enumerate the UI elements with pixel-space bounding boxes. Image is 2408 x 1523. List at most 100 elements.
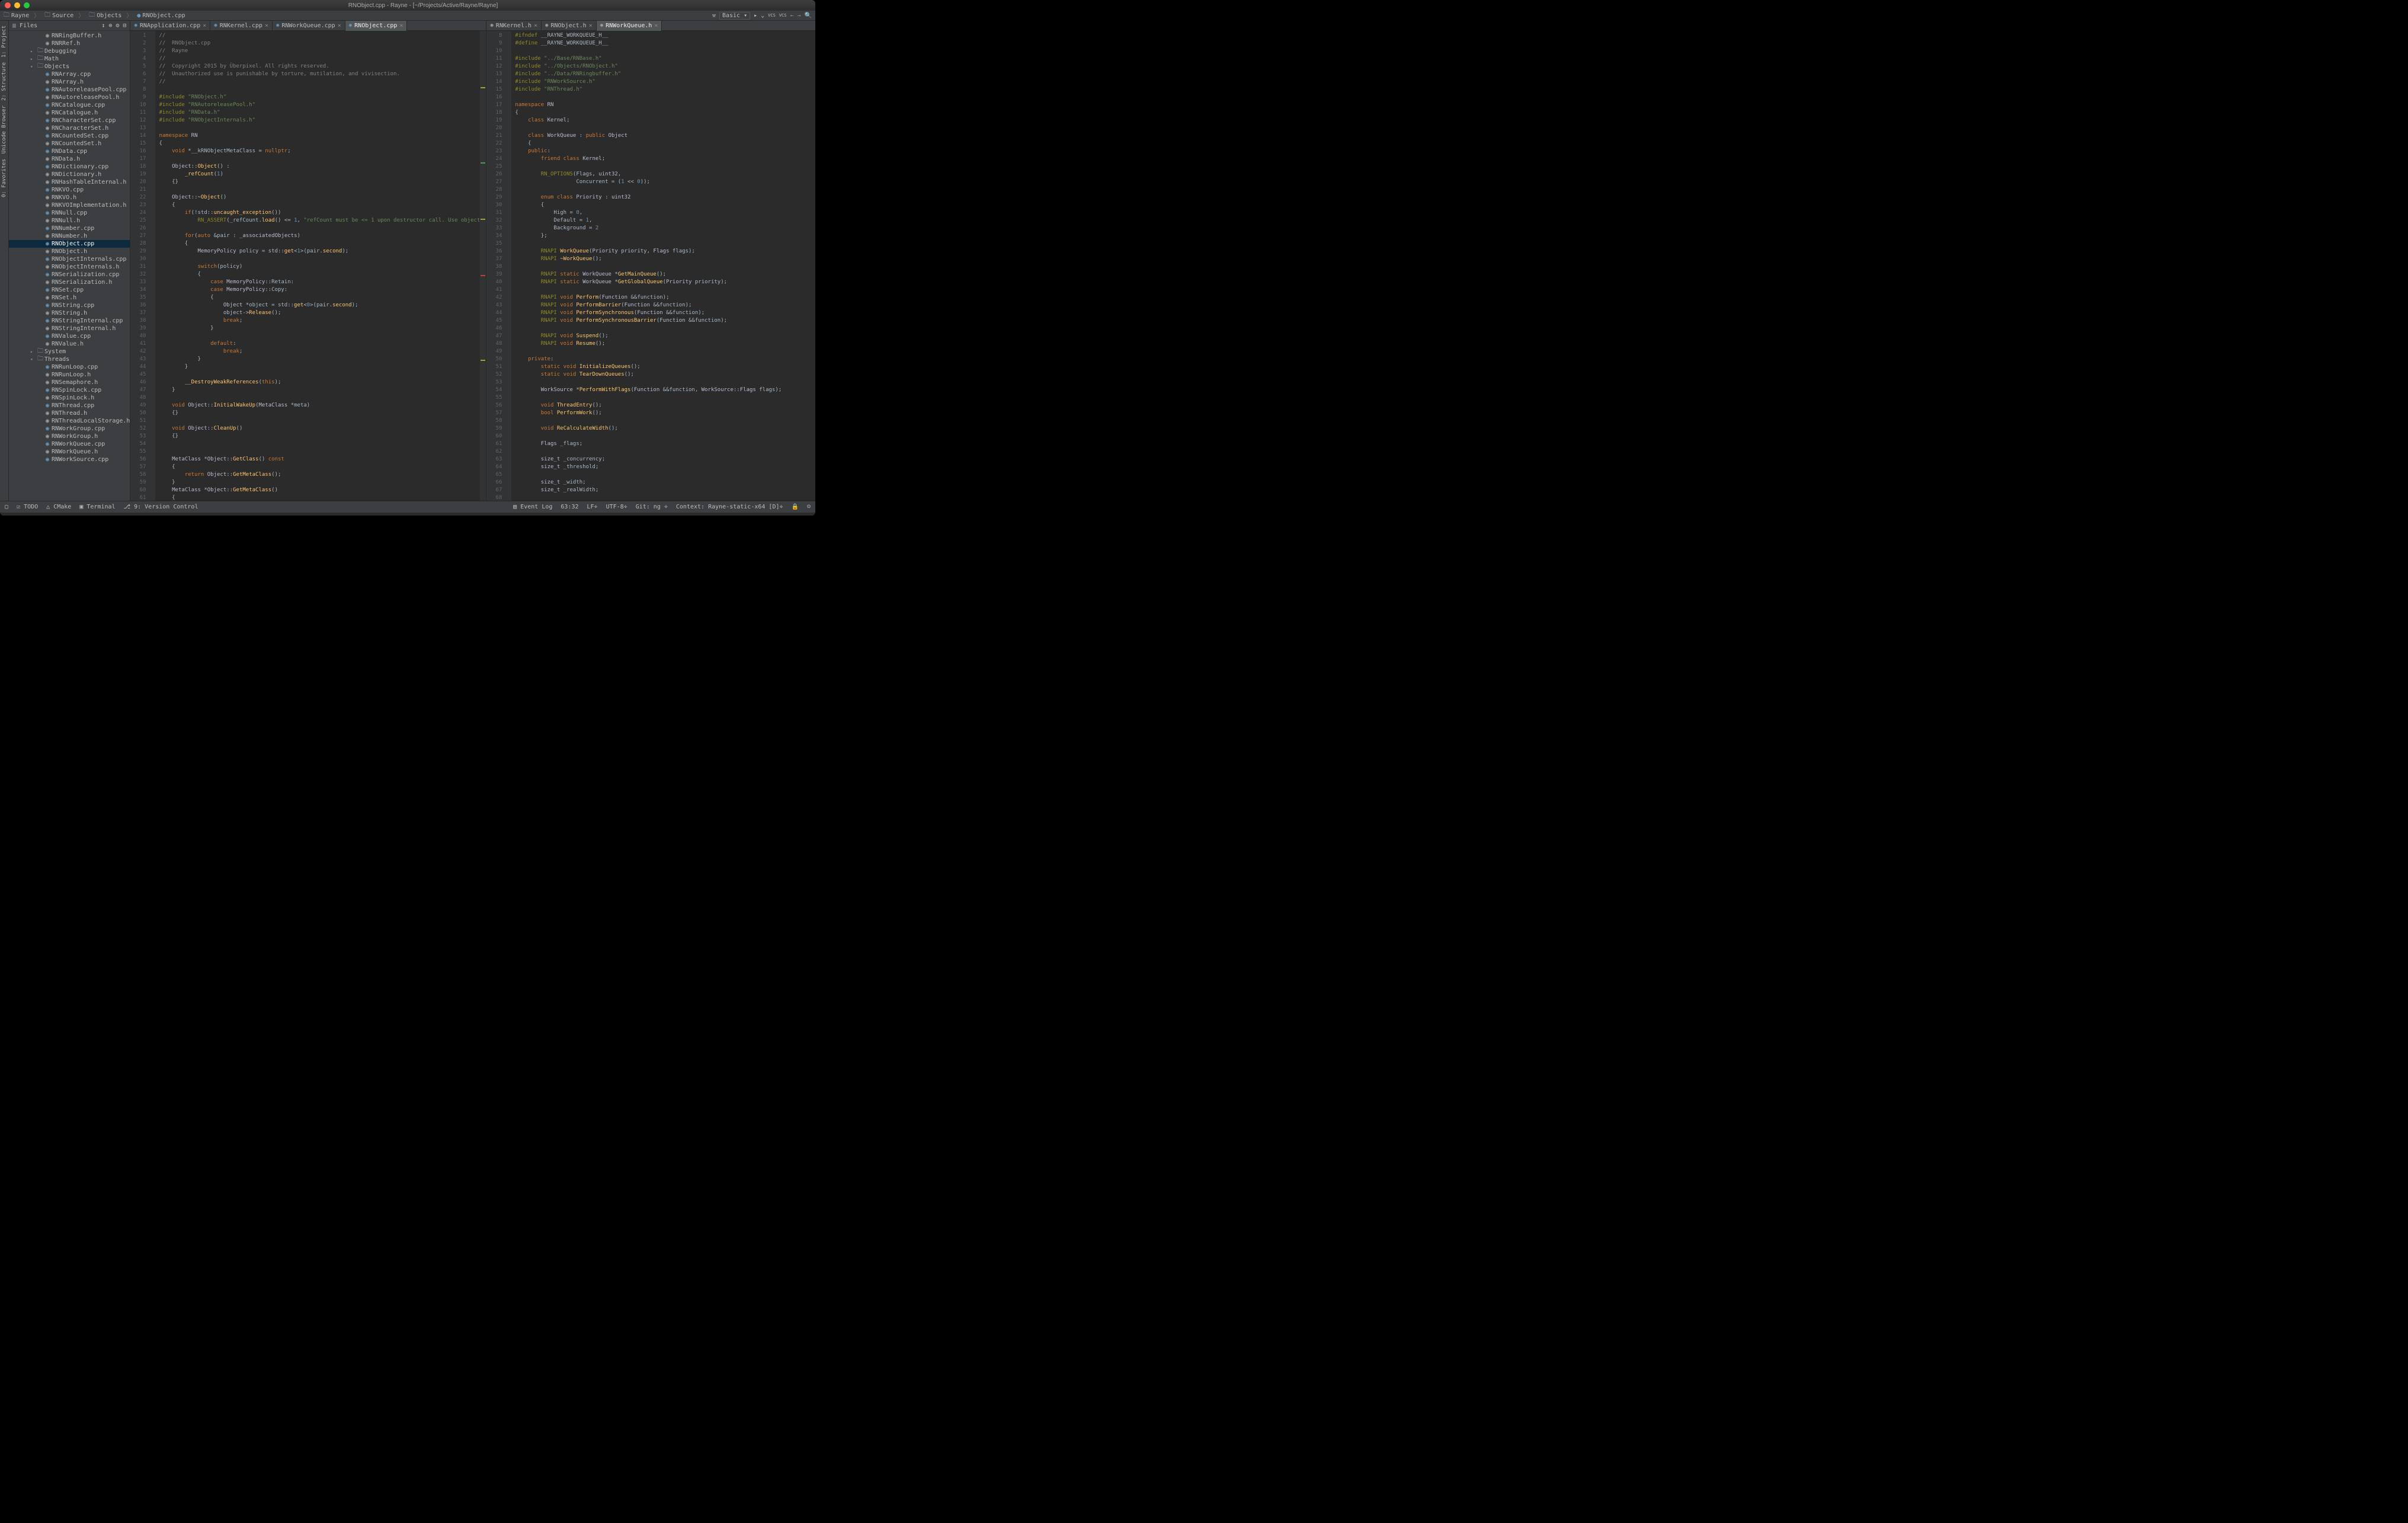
build-button[interactable]: ⚒ (712, 12, 716, 19)
left-editor[interactable]: 1 2 3 4 5 6 7 8 9 10 11 12 13 14 15 16 1… (130, 31, 486, 501)
tree-file[interactable]: ◉RNThread.h (9, 409, 130, 417)
tree-file[interactable]: ◉RNStringInternal.h (9, 325, 130, 332)
version-control-tool[interactable]: ⎇ 9: Version Control (124, 504, 198, 510)
event-log-button[interactable]: ▤ Event Log (513, 504, 552, 510)
vcs-commit-button[interactable]: VCS (779, 13, 787, 18)
tree-file[interactable]: ◉RNWorkSource.cpp (9, 456, 130, 463)
tree-file[interactable]: ◉RNWorkQueue.cpp (9, 440, 130, 448)
gear-icon[interactable]: ⚙ (116, 23, 119, 29)
search-button[interactable]: 🔍 (805, 12, 812, 19)
tree-folder[interactable]: ▸🗀Math (9, 55, 130, 63)
tab-rnkernel-cpp[interactable]: ◉RNKernel.cpp× (210, 21, 273, 31)
tree-file[interactable]: ◉RNObject.h (9, 248, 130, 255)
git-branch[interactable]: Git: ng ÷ (636, 504, 668, 510)
tab-rnobject-cpp[interactable]: ◉RNObject.cpp× (345, 21, 408, 31)
tree-file[interactable]: ◉RNNull.cpp (9, 209, 130, 217)
back-button[interactable]: ← (790, 12, 793, 19)
tab-rnkernel-h[interactable]: ◉RNKernel.h× (486, 21, 542, 31)
tree-file[interactable]: ◉RNAutoreleasePool.cpp (9, 86, 130, 94)
tree-file[interactable]: ◉RNRunLoop.cpp (9, 363, 130, 371)
cmake-tool[interactable]: △ CMake (46, 504, 71, 510)
tree-file[interactable]: ◉RNNumber.h (9, 232, 130, 240)
tree-folder[interactable]: ▾🗀Objects (9, 63, 130, 71)
tab-rnworkqueue-h[interactable]: ◉RNWorkQueue.h× (597, 21, 662, 31)
tree-file[interactable]: ◉RNString.cpp (9, 302, 130, 309)
tree-file[interactable]: ◉RNString.h (9, 309, 130, 317)
terminal-tool[interactable]: ▣ Terminal (79, 504, 115, 510)
tree-file[interactable]: ◉RNStringInternal.cpp (9, 317, 130, 325)
tree-file[interactable]: ◉RNData.h (9, 155, 130, 163)
tree-file[interactable]: ◉RNHashTableInternal.h (9, 178, 130, 186)
code-content[interactable]: // // RNObject.cpp // Rayne // // Copyri… (155, 31, 480, 501)
hide-panel-button[interactable]: ⊟ (123, 23, 126, 29)
close-tab-icon[interactable]: × (654, 23, 658, 29)
run-button[interactable]: ▸ (754, 12, 757, 19)
tree-file[interactable]: ◉RNThread.cpp (9, 402, 130, 409)
code-content[interactable]: #ifndef __RAYNE_WORKQUEUE_H__ #define __… (511, 31, 815, 501)
tree-folder[interactable]: ▸🗀System (9, 348, 130, 356)
error-stripe[interactable] (480, 31, 486, 501)
tree-file[interactable]: ◉RNArray.cpp (9, 71, 130, 78)
tool-unicode[interactable]: Unicode Browser (0, 103, 8, 156)
tree-file[interactable]: ◉RNCatalogue.cpp (9, 101, 130, 109)
run-config-selector[interactable]: Basic ▾ (719, 12, 750, 20)
breadcrumb-source[interactable]: 🗀 Source (44, 11, 73, 21)
forward-button[interactable]: → (798, 12, 801, 19)
minimize-icon[interactable] (14, 2, 20, 8)
lock-icon[interactable]: 🔒 (792, 504, 799, 510)
tree-file[interactable]: ◉RNSet.h (9, 294, 130, 302)
line-separator[interactable]: LF÷ (587, 504, 598, 510)
tree-file[interactable]: ◉RNSerialization.h (9, 279, 130, 286)
tree-file[interactable]: ◉RNNumber.cpp (9, 225, 130, 232)
encoding[interactable]: UTF-8÷ (606, 504, 627, 510)
tree-file[interactable]: ◉RNCountedSet.h (9, 140, 130, 148)
tree-file[interactable]: ◉RNCharacterSet.h (9, 124, 130, 132)
todo-tool[interactable]: ☑ TODO (17, 504, 38, 510)
tree-file[interactable]: ◉RNNull.h (9, 217, 130, 225)
tree-file[interactable]: ◉RNKVOImplementation.h (9, 201, 130, 209)
close-tab-icon[interactable]: × (203, 23, 206, 29)
tree-file[interactable]: ◉RNCountedSet.cpp (9, 132, 130, 140)
scroll-to-source-button[interactable]: ⊚ (108, 23, 112, 29)
tree-file[interactable]: ◉RNObjectInternals.cpp (9, 255, 130, 263)
tree-file[interactable]: ◉RNSpinLock.h (9, 394, 130, 402)
debug-button[interactable]: ⌄ (761, 12, 764, 19)
breadcrumb-rnobject.cpp[interactable]: ● RNObject.cpp (137, 11, 185, 21)
close-icon[interactable] (5, 2, 11, 8)
tree-file[interactable]: ◉RNRingBuffer.h (9, 32, 130, 40)
tree-file[interactable]: ◉RNThreadLocalStorage.h (9, 417, 130, 425)
right-editor[interactable]: 8 9 10 11 12 13 14 15 16 17 18 19 20 21 … (486, 31, 815, 501)
hide-tools-button[interactable]: ▢ (5, 504, 8, 510)
tree-file[interactable]: ◉RNKVO.h (9, 194, 130, 201)
close-tab-icon[interactable]: × (399, 23, 403, 29)
tree-file[interactable]: ◉RNRRef.h (9, 40, 130, 47)
tree-folder[interactable]: ▸🗀Debugging (9, 47, 130, 55)
tree-file[interactable]: ◉RNValue.h (9, 340, 130, 348)
close-tab-icon[interactable]: × (534, 23, 537, 29)
breadcrumb-objects[interactable]: 🗀 Objects (89, 11, 121, 21)
tree-file[interactable]: ◉RNObjectInternals.h (9, 263, 130, 271)
tree-file[interactable]: ◉RNSet.cpp (9, 286, 130, 294)
tree-file[interactable]: ◉RNCharacterSet.cpp (9, 117, 130, 124)
tree-file[interactable]: ◉RNDictionary.h (9, 171, 130, 178)
tree-file[interactable]: ◉RNWorkGroup.cpp (9, 425, 130, 433)
tree-file[interactable]: ◉RNCatalogue.h (9, 109, 130, 117)
breadcrumb-rayne[interactable]: 🗀 Rayne (4, 11, 29, 21)
tab-rnobject-h[interactable]: ◉RNObject.h× (542, 21, 597, 31)
tool-structure[interactable]: 2: Structure (0, 60, 8, 103)
tool-project[interactable]: 1: Project (0, 23, 8, 60)
context[interactable]: Context: Rayne-static-x64 [D]÷ (676, 504, 783, 510)
maximize-icon[interactable] (24, 2, 30, 8)
file-tree[interactable]: ◉RNRingBuffer.h◉RNRRef.h▸🗀Debugging▸🗀Mat… (9, 31, 130, 501)
caret-position[interactable]: 63:32 (561, 504, 578, 510)
tree-folder[interactable]: ▾🗀Threads (9, 356, 130, 363)
tree-file[interactable]: ◉RNWorkQueue.h (9, 448, 130, 456)
tree-file[interactable]: ◉RNSemaphore.h (9, 379, 130, 386)
close-tab-icon[interactable]: × (338, 23, 341, 29)
tree-file[interactable]: ◉RNDictionary.cpp (9, 163, 130, 171)
tree-file[interactable]: ◉RNArray.h (9, 78, 130, 86)
tab-rnapplication-cpp[interactable]: ◉RNApplication.cpp× (130, 21, 210, 31)
tree-file[interactable]: ◉RNObject.cpp (9, 240, 130, 248)
tree-file[interactable]: ◉RNWorkGroup.h (9, 433, 130, 440)
tree-file[interactable]: ◉RNSerialization.cpp (9, 271, 130, 279)
